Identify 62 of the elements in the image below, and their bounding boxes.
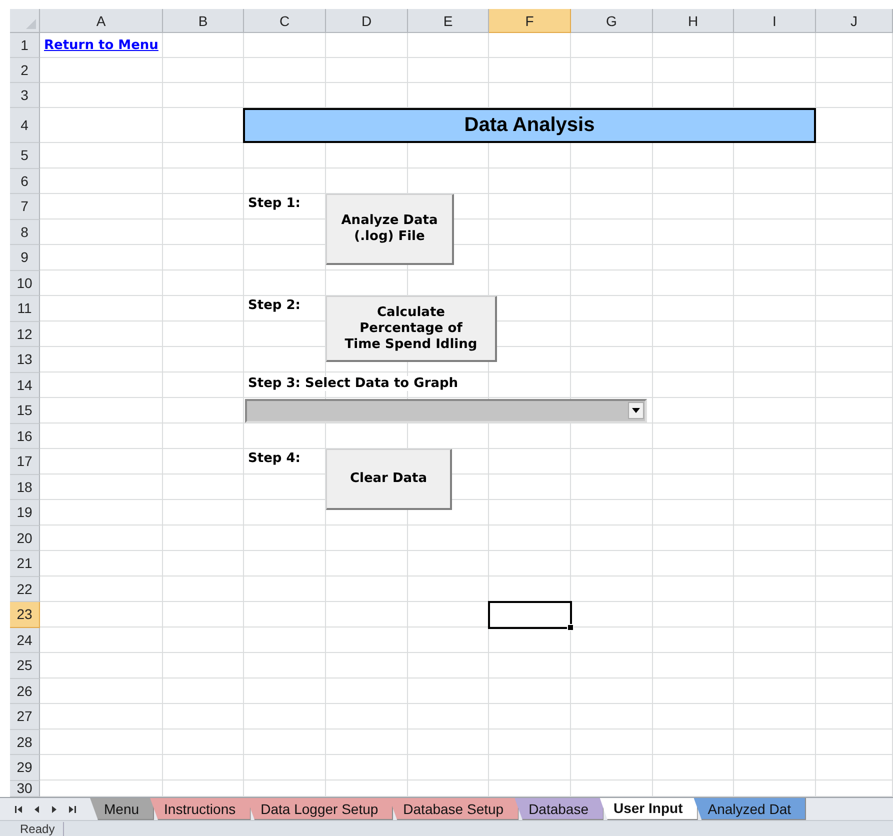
row-header[interactable]: 13 xyxy=(10,347,40,372)
macro-button[interactable]: Clear Data xyxy=(326,449,452,510)
row-header[interactable]: 23 xyxy=(10,602,40,628)
next-sheet-icon[interactable] xyxy=(50,804,58,814)
row-header[interactable]: 15 xyxy=(10,398,40,424)
sheet-tab[interactable]: Instructions xyxy=(150,798,251,820)
column-header[interactable]: F xyxy=(489,9,571,33)
row-header[interactable]: 25 xyxy=(10,653,40,678)
row-header[interactable]: 17 xyxy=(10,449,40,474)
row-header[interactable]: 12 xyxy=(10,322,40,347)
row-header[interactable]: 18 xyxy=(10,474,40,500)
column-header[interactable]: I xyxy=(734,9,816,33)
row-header[interactable]: 16 xyxy=(10,424,40,449)
macro-button[interactable]: Analyze Data (.log) File xyxy=(326,194,454,265)
sheet-tab[interactable]: User Input xyxy=(600,798,698,820)
column-header[interactable]: H xyxy=(653,9,734,33)
row-header[interactable]: 19 xyxy=(10,500,40,526)
macro-button[interactable]: Calculate Percentage of Time Spend Idling xyxy=(326,296,497,362)
row-header[interactable]: 24 xyxy=(10,628,40,653)
last-sheet-icon[interactable] xyxy=(67,804,77,814)
row-header[interactable]: 1 xyxy=(10,33,40,58)
column-header[interactable]: J xyxy=(816,9,893,33)
row-header[interactable]: 11 xyxy=(10,296,40,322)
previous-sheet-icon[interactable] xyxy=(33,804,41,814)
step-label: Step 1: xyxy=(248,196,300,211)
column-header[interactable]: D xyxy=(326,9,408,33)
column-header[interactable]: G xyxy=(571,9,653,33)
row-header[interactable]: 7 xyxy=(10,194,40,220)
row-header[interactable]: 8 xyxy=(10,220,40,245)
row-header[interactable]: 14 xyxy=(10,372,40,398)
first-sheet-icon[interactable] xyxy=(14,804,24,814)
row-header[interactable]: 4 xyxy=(10,108,40,143)
column-header[interactable]: B xyxy=(163,9,244,33)
row-header[interactable]: 21 xyxy=(10,551,40,576)
row-header[interactable]: 3 xyxy=(10,83,40,108)
row-header[interactable]: 29 xyxy=(10,755,40,780)
row-header[interactable]: 9 xyxy=(10,245,40,270)
row-header[interactable]: 10 xyxy=(10,270,40,296)
row-header[interactable]: 26 xyxy=(10,678,40,704)
row-header[interactable]: 5 xyxy=(10,143,40,168)
row-header[interactable]: 20 xyxy=(10,526,40,551)
sheet-tab[interactable]: Database xyxy=(514,798,604,820)
sheet-tab[interactable]: Database Setup xyxy=(389,798,519,820)
row-header[interactable]: 28 xyxy=(10,730,40,755)
column-header[interactable]: C xyxy=(244,9,326,33)
row-header[interactable]: 30 xyxy=(10,780,40,797)
row-header[interactable]: 2 xyxy=(10,58,40,83)
step-label: Step 2: xyxy=(248,298,300,313)
sheet-tab[interactable]: Analyzed Dat xyxy=(694,798,806,820)
row-header[interactable]: 27 xyxy=(10,704,40,730)
column-header[interactable]: A xyxy=(40,9,163,33)
return-to-menu-link[interactable]: Return to Menu xyxy=(44,38,158,53)
corner-triangle-icon xyxy=(26,19,36,29)
column-header[interactable]: E xyxy=(408,9,489,33)
status-text: Ready xyxy=(0,822,64,836)
title-banner: Data Analysis xyxy=(243,108,816,143)
row-header[interactable]: 6 xyxy=(10,168,40,194)
dropdown-field[interactable] xyxy=(245,399,647,423)
row-header[interactable]: 22 xyxy=(10,576,40,602)
step-label: Step 4: xyxy=(248,451,300,466)
sheet-tab[interactable]: Menu xyxy=(90,798,154,820)
step-label: Step 3: Select Data to Graph xyxy=(248,376,458,391)
